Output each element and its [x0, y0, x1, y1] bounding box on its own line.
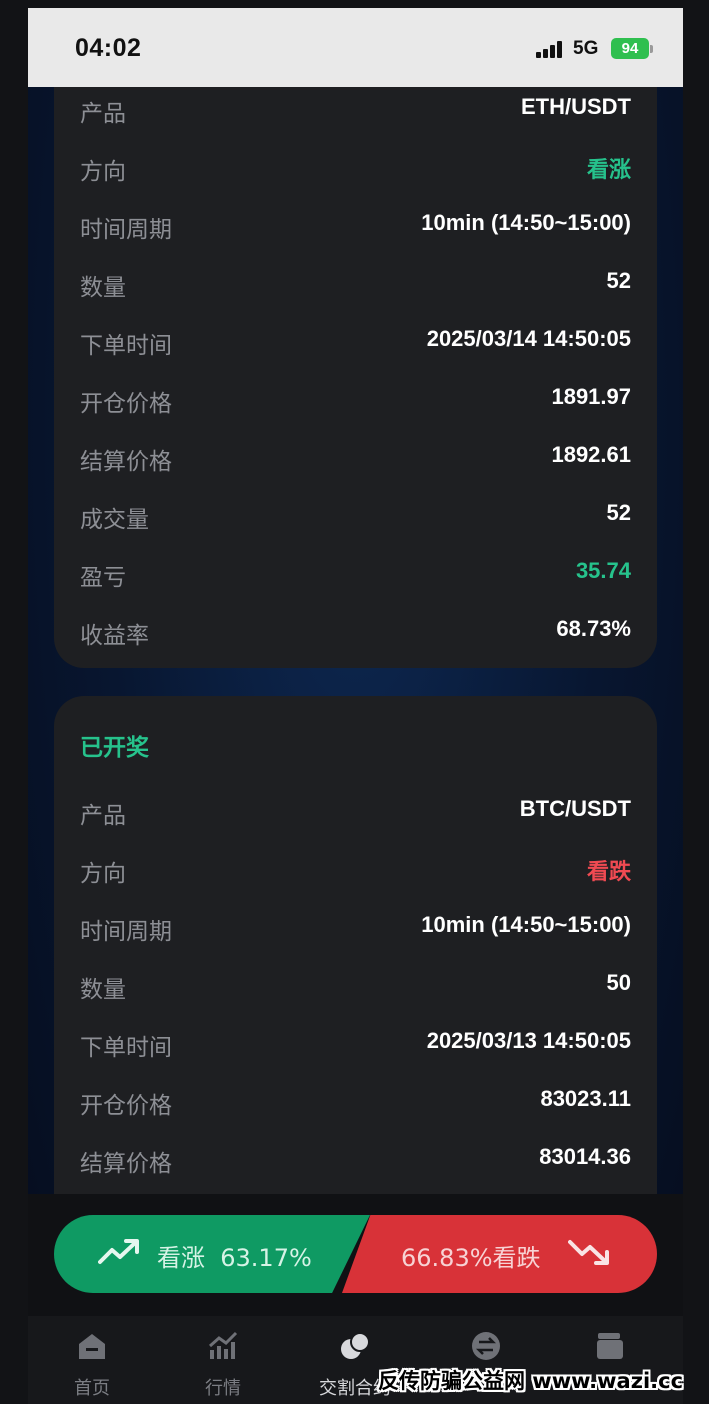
row-value: 83014.36: [539, 1144, 631, 1169]
row-value: 2025/03/13 14:50:05: [426, 1028, 631, 1053]
battery-icon: 94: [611, 38, 649, 59]
network-type: 5G: [573, 38, 599, 59]
order-status-title: 已开奖: [80, 735, 149, 761]
order-row-direction: 方向 看涨: [80, 146, 631, 186]
row-label: 盈亏: [80, 565, 126, 591]
row-label: 数量: [80, 977, 126, 1003]
row-label: 时间周期: [80, 217, 172, 243]
order-row-open-price: 开仓价格 1891.97: [80, 378, 631, 418]
row-value: 10min (14:50~15:00): [421, 210, 631, 235]
status-bar: 04:02 5G 94: [28, 8, 683, 87]
up-label: 看涨: [157, 1244, 205, 1272]
row-value: 1892.61: [551, 442, 631, 467]
signal-icon: [536, 41, 564, 58]
tab-market[interactable]: 行情: [163, 1316, 283, 1404]
order-row-settle-price: 结算价格 1892.61: [80, 436, 631, 476]
row-value: 2025/03/14 14:50:05: [426, 326, 631, 351]
order-card: 已开奖 产品 BTC/USDT 方向 看跌 时间周期 10min (14:50~…: [54, 696, 657, 1256]
direction-value: 看跌: [586, 860, 631, 885]
order-row-volume: 成交量 52: [80, 494, 631, 534]
row-label: 结算价格: [80, 449, 172, 475]
order-row-period: 时间周期 10min (14:50~15:00): [80, 204, 631, 244]
row-label: 方向: [80, 861, 126, 887]
buy-down-label[interactable]: 66.83%看跌: [401, 1238, 541, 1273]
trade-bar: 看涨 63.17% 66.83%看跌: [28, 1194, 683, 1316]
row-value: 52: [606, 500, 631, 525]
row-label: 开仓价格: [80, 391, 172, 417]
pnl-value: 35.74: [575, 558, 631, 583]
row-label: 产品: [80, 101, 126, 127]
row-label: 收益率: [80, 623, 149, 649]
order-row-return-rate: 收益率 68.73%: [80, 610, 631, 650]
home-icon: [79, 1334, 105, 1359]
row-label: 数量: [80, 275, 126, 301]
row-value: 68.73%: [556, 616, 631, 641]
row-label: 下单时间: [80, 1035, 172, 1061]
direction-value: 看涨: [586, 158, 631, 183]
up-percent: 63.17%: [220, 1244, 312, 1272]
trend-up-icon: [98, 1239, 139, 1264]
order-row-direction: 方向 看跌: [80, 848, 631, 888]
phone-screen: 04:02 5G 94 产品 ETH/USDT 方向 看涨 时间周期 10min…: [28, 8, 683, 1404]
order-card: 产品 ETH/USDT 方向 看涨 时间周期 10min (14:50~15:0…: [54, 48, 657, 668]
order-row-product: 产品 ETH/USDT: [80, 88, 631, 128]
row-label: 时间周期: [80, 919, 172, 945]
order-row-quantity: 数量 50: [80, 964, 631, 1004]
order-row-product: 产品 BTC/USDT: [80, 790, 631, 830]
coins-icon: [341, 1332, 370, 1359]
trend-down-icon: [568, 1240, 609, 1265]
exchange-icon: [472, 1332, 500, 1360]
row-value: BTC/USDT: [519, 796, 631, 821]
status-time: 04:02: [75, 34, 142, 62]
row-label: 下单时间: [80, 333, 172, 359]
tab-label: 行情: [205, 1378, 241, 1399]
row-label: 开仓价格: [80, 1093, 172, 1119]
order-row-open-price: 开仓价格 83023.11: [80, 1080, 631, 1120]
row-value: 50: [606, 970, 631, 995]
order-row-order-time: 下单时间 2025/03/14 14:50:05: [80, 320, 631, 360]
row-label: 方向: [80, 159, 126, 185]
row-value: 52: [606, 268, 631, 293]
row-value: 83023.11: [540, 1086, 631, 1111]
battery-tip: [650, 45, 653, 53]
row-label: 结算价格: [80, 1151, 172, 1177]
order-row-period: 时间周期 10min (14:50~15:00): [80, 906, 631, 946]
row-label: 产品: [80, 803, 126, 829]
row-value: ETH/USDT: [521, 94, 631, 119]
order-row-order-time: 下单时间 2025/03/13 14:50:05: [80, 1022, 631, 1062]
row-value: 10min (14:50~15:00): [421, 912, 631, 937]
tab-home[interactable]: 首页: [32, 1316, 152, 1404]
order-row-pnl: 盈亏 35.74: [80, 552, 631, 592]
order-row-quantity: 数量 52: [80, 262, 631, 302]
tab-label: 首页: [74, 1378, 110, 1399]
buy-up-label[interactable]: 看涨 63.17%: [157, 1238, 312, 1273]
watermark-text: 反传防骗公益网 www.wazi.cc: [378, 1369, 684, 1393]
wallet-icon: [597, 1333, 623, 1359]
row-label: 成交量: [80, 507, 149, 533]
order-row-settle-price: 结算价格 83014.36: [80, 1138, 631, 1178]
row-value: 1891.97: [551, 384, 631, 409]
chart-icon: [209, 1331, 238, 1359]
